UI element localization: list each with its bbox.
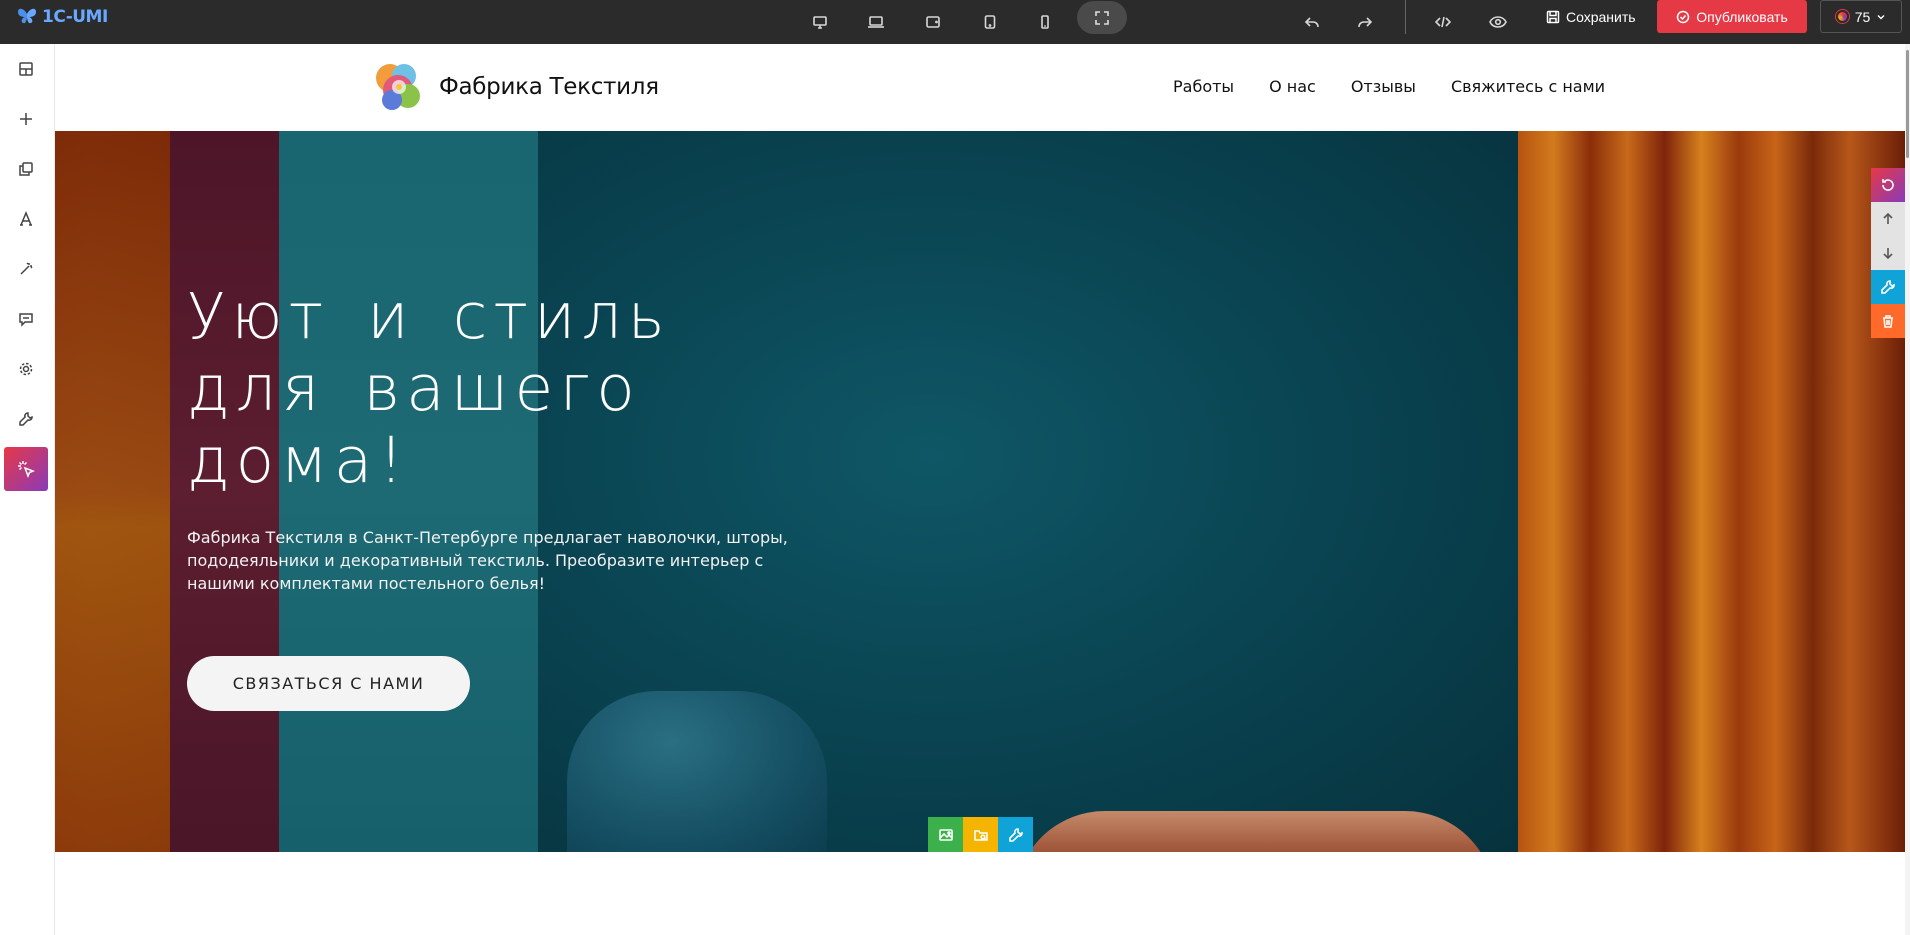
- sidebar-item-settings[interactable]: [4, 347, 48, 391]
- publish-button[interactable]: Опубликовать: [1657, 0, 1807, 33]
- typography-icon: [20, 211, 32, 226]
- editor-sidebar: [0, 44, 55, 935]
- sidebar-item-interactive[interactable]: [4, 447, 48, 491]
- code-button[interactable]: [1423, 0, 1463, 44]
- site-logo-icon: [376, 64, 420, 110]
- sidebar-item-typography[interactable]: [4, 197, 48, 241]
- image-settings-button[interactable]: [998, 817, 1033, 852]
- site-name: Фабрика Текстиля: [439, 74, 659, 100]
- wrench-icon: [1881, 280, 1895, 294]
- save-icon: [1546, 10, 1560, 23]
- check-circle-icon: [1676, 10, 1690, 23]
- fullscreen-icon: [1095, 10, 1109, 25]
- arrow-up-icon: [1883, 212, 1893, 224]
- sidebar-item-comments[interactable]: [4, 297, 48, 341]
- block-delete-button[interactable]: [1871, 304, 1905, 338]
- nav-item-about[interactable]: О нас: [1269, 77, 1316, 96]
- hero-vase-image: [567, 691, 827, 852]
- nav-item-works[interactable]: Работы: [1173, 77, 1234, 96]
- magic-icon: [20, 262, 33, 275]
- fullscreen-view-button[interactable]: [1077, 1, 1127, 34]
- redo-icon: [1358, 17, 1373, 28]
- block-move-up-button[interactable]: [1871, 202, 1905, 236]
- site-header[interactable]: Фабрика Текстиля Работы О нас Отзывы Свя…: [55, 44, 1905, 131]
- add-icon: [20, 113, 32, 125]
- chevron-down-icon: [1877, 14, 1885, 19]
- app-logo[interactable]: 1C-UMI: [16, 6, 108, 28]
- hero-background-panel: [55, 131, 170, 852]
- hero-media-toolbar: [928, 817, 1033, 852]
- nav-item-contact[interactable]: Свяжитесь с нами: [1451, 77, 1605, 96]
- change-image-button[interactable]: [928, 817, 963, 852]
- page-scrollbar[interactable]: [1905, 44, 1910, 935]
- media-library-button[interactable]: [963, 817, 998, 852]
- mobile-view-button[interactable]: [1025, 0, 1065, 44]
- desktop-icon: [813, 16, 827, 29]
- preview-eye-icon: [1489, 16, 1507, 28]
- user-score: 75: [1854, 8, 1871, 25]
- comments-icon: [19, 313, 33, 327]
- save-button[interactable]: Сохранить: [1536, 0, 1646, 33]
- image-icon: [938, 828, 953, 841]
- sidebar-item-blocks[interactable]: [4, 47, 48, 91]
- hero-section[interactable]: Уют и стиль для вашего дома! Фабрика Тек…: [55, 131, 1905, 852]
- mobile-icon: [1041, 15, 1049, 29]
- hero-bowl-image: [1015, 811, 1495, 852]
- interactive-icon: [18, 461, 36, 479]
- block-reset-button[interactable]: [1871, 168, 1905, 202]
- sidebar-item-pages[interactable]: [4, 147, 48, 191]
- scrollbar-thumb[interactable]: [1906, 50, 1909, 158]
- tablet-portrait-icon: [984, 15, 996, 29]
- wrench-icon: [1008, 827, 1023, 842]
- block-move-down-button[interactable]: [1871, 236, 1905, 270]
- blocks-icon: [19, 62, 33, 76]
- block-settings-button[interactable]: [1871, 270, 1905, 304]
- avatar: [1835, 10, 1849, 23]
- sidebar-item-add[interactable]: [4, 97, 48, 141]
- settings-icon: [19, 362, 33, 376]
- arrow-down-icon: [1883, 248, 1893, 260]
- tablet-landscape-icon: [926, 16, 940, 28]
- undo-icon: [1304, 17, 1319, 28]
- pages-icon: [19, 162, 33, 176]
- sidebar-item-tools[interactable]: [4, 397, 48, 441]
- app-logo-text: 1C-UMI: [42, 7, 108, 27]
- tools-icon: [19, 412, 33, 426]
- folder-search-icon: [973, 829, 988, 841]
- site-nav: Работы О нас Отзывы Свяжитесь с нами: [1173, 77, 1605, 96]
- preview-button[interactable]: [1478, 0, 1518, 44]
- redo-button[interactable]: [1345, 0, 1385, 44]
- tablet-landscape-view-button[interactable]: [913, 0, 953, 44]
- contact-us-button[interactable]: СВЯЗАТЬСЯ С НАМИ: [187, 656, 470, 711]
- hero-description[interactable]: Фабрика Текстиля в Санкт-Петербурге пред…: [187, 526, 807, 595]
- nav-item-reviews[interactable]: Отзывы: [1351, 77, 1416, 96]
- save-label: Сохранить: [1566, 8, 1636, 25]
- code-icon: [1435, 16, 1451, 28]
- hero-title[interactable]: Уют и стиль для вашего дома!: [187, 281, 747, 497]
- reset-icon: [1882, 179, 1894, 191]
- tablet-portrait-view-button[interactable]: [970, 0, 1010, 44]
- block-toolbar: [1871, 168, 1905, 338]
- butterfly-icon: [18, 8, 36, 24]
- laptop-view-button[interactable]: [856, 0, 896, 44]
- undo-button[interactable]: [1292, 0, 1332, 44]
- toolbar-divider: [1405, 0, 1406, 34]
- laptop-icon: [868, 16, 884, 28]
- editor-toolbar: 1C-UMI Сохранить Опубликовать 75: [0, 0, 1910, 44]
- sidebar-item-magic[interactable]: [4, 247, 48, 291]
- user-menu[interactable]: 75: [1820, 0, 1902, 33]
- desktop-view-button[interactable]: [800, 0, 840, 44]
- publish-label: Опубликовать: [1696, 8, 1788, 25]
- trash-icon: [1883, 315, 1893, 328]
